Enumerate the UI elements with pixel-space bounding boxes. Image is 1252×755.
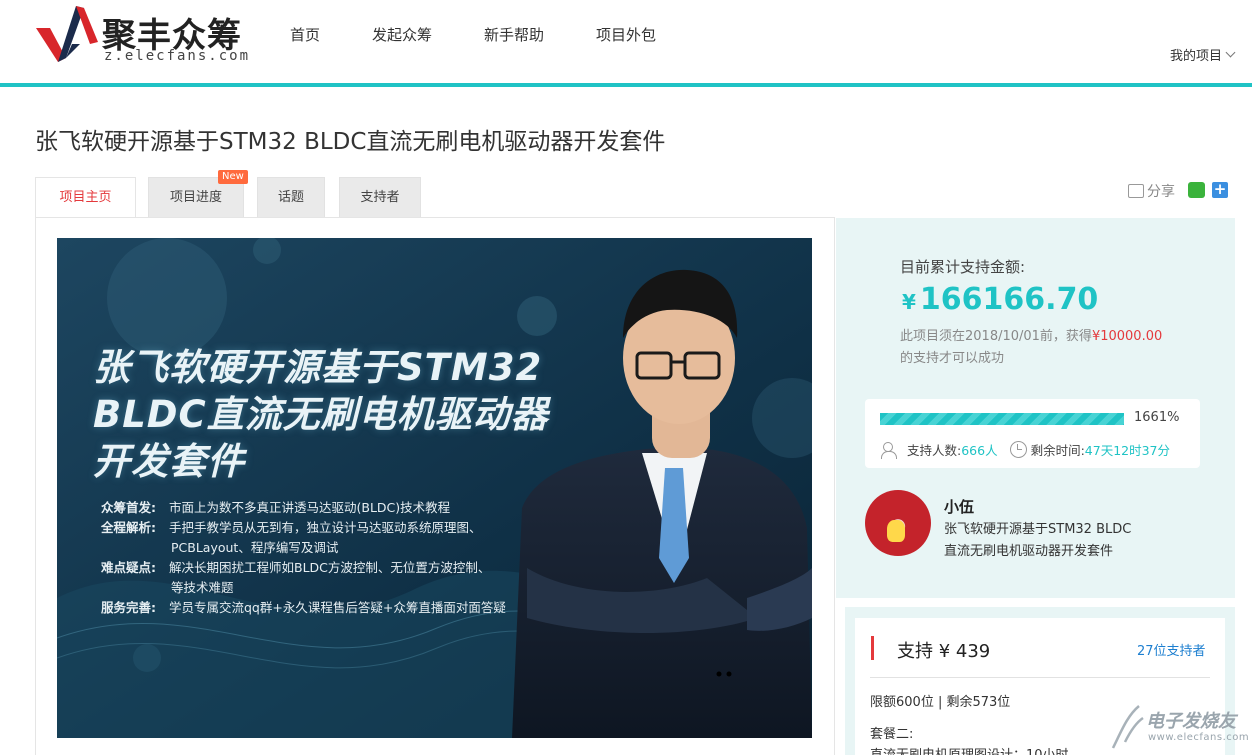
share-label: 分享	[1147, 184, 1175, 200]
tier-name: 套餐二:	[870, 727, 914, 742]
bullet-text: 手把手教学员从无到有，独立设计马达驱动系统原理图、	[169, 520, 482, 535]
nav-item-home[interactable]: 首页	[290, 24, 320, 45]
funding-note: 此项目须在2018/10/01前，获得¥10000.00 的支持才可以成功	[900, 326, 1200, 370]
bullet-label: 全程解析:	[101, 520, 156, 535]
header-divider	[0, 83, 1252, 87]
project-banner: 张飞软硬开源基于STM32 BLDC直流无刷电机驱动器 开发套件 众筹首发: 市…	[57, 238, 812, 738]
tier-detail: 直流无刷电机原理图设计：10小时	[870, 744, 1069, 755]
main-nav: 首页 发起众筹 新手帮助 项目外包	[290, 24, 708, 45]
tier-backers-link[interactable]: 27位支持者	[1137, 640, 1206, 659]
people-icon	[881, 441, 903, 459]
my-projects-menu[interactable]: 我的项目	[1169, 45, 1236, 64]
banner-background	[57, 238, 812, 738]
banner-headline: 张飞软硬开源基于STM32 BLDC直流无刷电机驱动器 开发套件	[93, 344, 549, 485]
share-button[interactable]: 分享	[1128, 181, 1175, 201]
nav-item-outsourcing[interactable]: 项目外包	[596, 24, 656, 45]
tier-limit: 限额600位 | 剩余573位	[870, 695, 1011, 710]
bullet-label: 众筹首发:	[101, 500, 156, 515]
banner-headline-line: BLDC直流无刷电机驱动器	[93, 393, 549, 436]
logo-subtext: z.elecfans.com	[104, 48, 251, 64]
tab-supporters[interactable]: 支持者	[339, 177, 421, 217]
plus-icon[interactable]: +	[1212, 182, 1228, 198]
new-badge: New	[218, 170, 248, 184]
my-projects-label: 我的项目	[1169, 49, 1222, 64]
progress-fill	[880, 413, 1124, 425]
author-name[interactable]: 小伍	[944, 496, 974, 517]
avatar[interactable]	[865, 490, 931, 556]
tier-accent-bar	[871, 636, 874, 660]
clock-icon	[1009, 441, 1027, 458]
share-icon	[1128, 184, 1144, 198]
funding-note-text: 此项目须在2018/10/01前，获得	[900, 329, 1092, 344]
tab-home[interactable]: 项目主页	[35, 177, 136, 218]
funding-note-text: 的支持才可以成功	[900, 351, 1005, 366]
banner-headline-line: 张飞软硬开源基于STM32	[93, 346, 543, 389]
nav-item-launch[interactable]: 发起众筹	[372, 24, 432, 45]
site-logo[interactable]: 聚丰众筹 z.elecfans.com	[36, 6, 266, 66]
funding-target: ¥10000.00	[1091, 329, 1163, 344]
watermark-text: 电子发烧友	[1146, 711, 1236, 732]
remaining-value: 47天12时37分	[1084, 443, 1171, 458]
bullet-row: 难点疑点: 解决长期困扰工程师如BLDC方波控制、无位置方波控制、	[101, 558, 506, 578]
bullet-row: 全程解析: 手把手教学员从无到有，独立设计马达驱动系统原理图、	[101, 518, 506, 538]
funding-amount: ¥166166.70	[902, 282, 1098, 317]
supporters-value: 666人	[961, 443, 998, 458]
progress-percent: 1661%	[1134, 410, 1180, 425]
page-title: 张飞软硬开源基于STM32 BLDC直流无刷电机驱动器开发套件	[35, 129, 666, 155]
bullet-text: 解决长期困扰工程师如BLDC方波控制、无位置方波控制、	[169, 560, 491, 575]
currency-symbol: ¥	[902, 290, 916, 314]
author-description: 张飞软硬开源基于STM32 BLDC 直流无刷电机驱动器开发套件	[944, 519, 1131, 563]
funding-label: 目前累计支持金额:	[900, 258, 1026, 276]
bullet-text: 学员专属交流qq群+永久课程售后答疑+众筹直播面对面答疑	[169, 600, 506, 615]
wechat-icon[interactable]	[1188, 182, 1205, 198]
bullet-label: 服务完善:	[101, 600, 156, 615]
tier-price[interactable]: 支持 ¥ 439	[897, 637, 990, 663]
bullet-text: 市面上为数不多真正讲透马达驱动(BLDC)技术教程	[169, 500, 451, 515]
bullet-label: 难点疑点:	[101, 560, 156, 575]
banner-headline-line: 开发套件	[93, 440, 245, 483]
avatar-figure	[887, 520, 905, 542]
bullet-text: 等技术难题	[171, 580, 234, 595]
tier-divider	[870, 677, 1210, 678]
bullet-row: 服务完善: 学员专属交流qq群+永久课程售后答疑+众筹直播面对面答疑	[101, 598, 506, 618]
bullet-text: PCBLayout、程序编写及调试	[171, 540, 339, 555]
chevron-down-icon	[1225, 47, 1236, 58]
stats-row: 支持人数: 666人 剩余时间: 47天12时37分	[881, 440, 1170, 459]
progress-bar	[880, 413, 1124, 425]
funding-amount-value: 166166.70	[919, 282, 1099, 317]
tab-topics[interactable]: 话题	[257, 177, 325, 217]
author-desc-line: 直流无刷电机驱动器开发套件	[944, 544, 1114, 559]
nav-item-help[interactable]: 新手帮助	[484, 24, 544, 45]
author-desc-line: 张飞软硬开源基于STM32 BLDC	[944, 522, 1132, 537]
bullet-row: 众筹首发: 市面上为数不多真正讲透马达驱动(BLDC)技术教程	[101, 498, 506, 518]
banner-bullets: 众筹首发: 市面上为数不多真正讲透马达驱动(BLDC)技术教程 全程解析: 手把…	[101, 498, 506, 618]
supporters-label: 支持人数:	[907, 443, 962, 458]
watermark-subtext: www.elecfans.com	[1148, 732, 1250, 743]
remaining-label: 剩余时间:	[1030, 443, 1085, 458]
header: 聚丰众筹 z.elecfans.com 首页 发起众筹 新手帮助 项目外包 我的…	[0, 0, 1252, 87]
logo-mark-icon	[36, 6, 98, 62]
